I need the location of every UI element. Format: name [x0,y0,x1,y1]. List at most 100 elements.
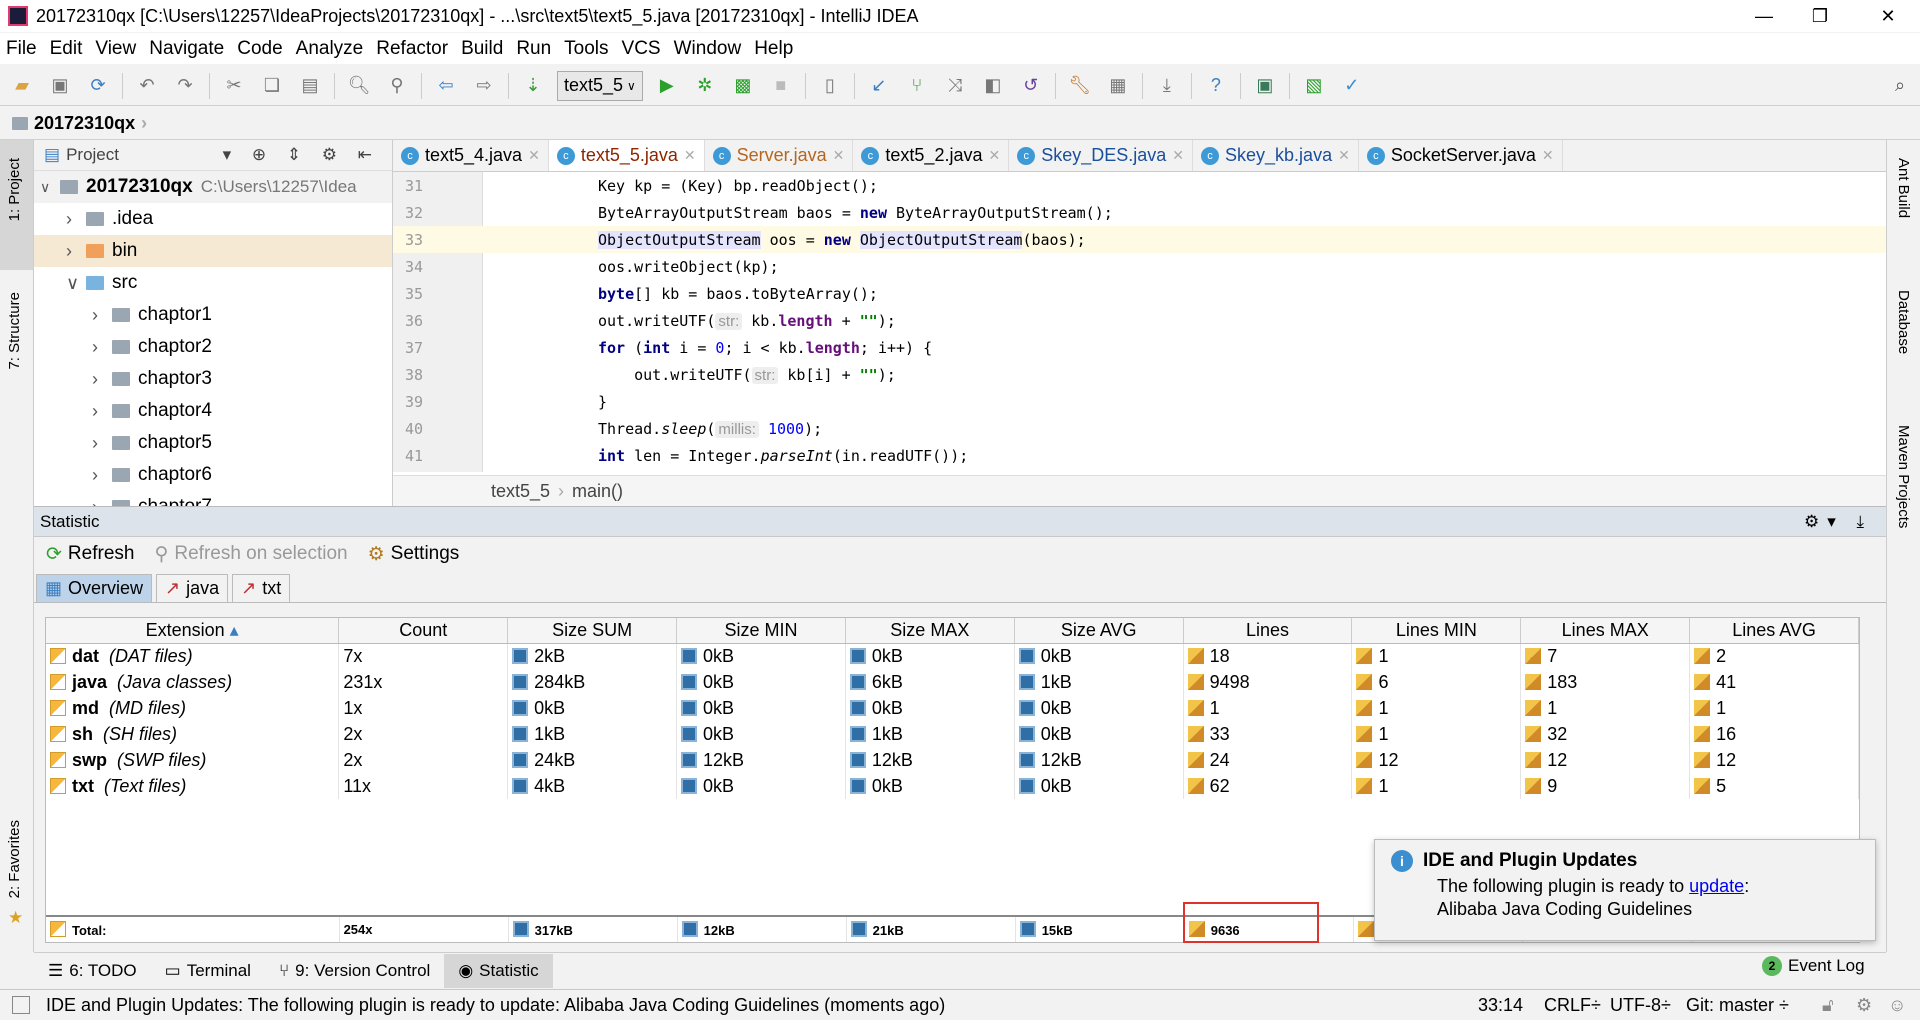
run-config-select[interactable]: text5_5 ∨ [557,70,643,101]
close-tab-icon[interactable]: ✕ [833,147,845,164]
vcs-commit-icon[interactable]: ⑂ [903,72,931,100]
restore-button[interactable]: ❐ [1792,0,1848,32]
menu-window[interactable]: Window [674,38,742,60]
copy-icon[interactable]: ❏ [258,72,286,100]
open-icon[interactable]: ▰ [8,72,36,100]
crumb-class[interactable]: text5_5 [491,481,550,502]
tab-skey_des-java[interactable]: c Skey_DES.java ✕ [1009,140,1194,171]
code-line[interactable]: 39} [393,388,1886,415]
refresh-on-selection-button[interactable]: ⚲ Refresh on selection [148,541,353,568]
table-row[interactable]: md (MD files) 1x 0kB 0kB 0kB 0kB 1 1 1 1 [46,695,1859,721]
notification-popup[interactable]: i IDE and Plugin Updates The following pl… [1374,839,1876,941]
settings-wrench-icon[interactable]: 🔧︎ [1066,72,1094,100]
code-line[interactable]: 34 oos.writeObject(kp); [393,253,1886,280]
menu-code[interactable]: Code [237,38,282,60]
bottom-tab-todo[interactable]: ☰ 6: TODO [34,954,151,988]
tree-item[interactable]: › .idea [34,203,392,235]
inspection-icon[interactable]: ⚙ [1856,995,1872,1016]
sync-icon[interactable]: ⟳ [84,72,112,100]
tab-text5_2-java[interactable]: c text5_2.java ✕ [853,140,1010,171]
collapsed-arrow-icon[interactable]: › [92,433,112,454]
bottom-tab-versioncontrol[interactable]: ⑂ 9: Version Control [265,954,444,988]
column-header-size-avg[interactable]: Size AVG [1014,618,1184,644]
hector-icon[interactable]: ☺ [1888,995,1906,1016]
close-tab-icon[interactable]: ✕ [988,147,1000,164]
collapsed-arrow-icon[interactable]: › [92,337,112,358]
line-separator[interactable]: CRLF÷ [1544,995,1601,1016]
code-area[interactable]: 31 Key kp = (Key) bp.readObject(); 32 ByteA… [393,172,1886,469]
vcs-update-icon[interactable]: ↙ [865,72,893,100]
monitor-icon[interactable]: ▧ [1300,72,1328,100]
code-line[interactable]: 32 ByteArrayOutputStream baos = new ByteA… [393,199,1886,226]
event-log-button[interactable]: 2 Event Log [1762,956,1865,976]
column-header-count[interactable]: Count [338,618,509,644]
tree-root[interactable]: ∨ 20172310qx C:\Users\12257\Idea [34,171,392,203]
expanded-arrow-icon[interactable]: ∨ [66,273,86,294]
menu-vcs[interactable]: VCS [622,38,661,60]
close-tab-icon[interactable]: ✕ [528,147,540,164]
search-everywhere-icon[interactable]: ⌕ [1886,72,1914,100]
stat-tab-java[interactable]: ↗ java [156,574,229,602]
help-icon[interactable]: ? [1202,72,1230,100]
menu-navigate[interactable]: Navigate [149,38,224,60]
table-row[interactable]: java (Java classes) 231x 284kB 0kB 6kB 1kB 9498… [46,669,1859,695]
bottom-tab-statistic[interactable]: ◉ Statistic [444,953,553,988]
tree-item[interactable]: › chaptor4 [34,395,392,427]
tool-tab-ant-build[interactable]: Ant Build [1895,158,1912,218]
tool-tab-maven[interactable]: Maven Projects [1895,425,1912,528]
save-icon[interactable]: ▣ [46,72,74,100]
code-line[interactable]: 36 out.writeUTF(str: kb.length + ""); [393,307,1886,334]
close-tab-icon[interactable]: ✕ [1338,147,1350,164]
build-icon[interactable]: ⇣ [519,72,547,100]
collapsed-arrow-icon[interactable]: › [66,241,86,262]
tree-item[interactable]: › chaptor5 [34,427,392,459]
vcs-history-icon[interactable]: ◧ [979,72,1007,100]
toggle-tool-windows-icon[interactable] [12,996,30,1014]
paste-icon[interactable]: ▤ [296,72,324,100]
coverage-icon[interactable]: ▩ [729,72,757,100]
column-header-lines-avg[interactable]: Lines AVG [1689,618,1859,644]
menu-help[interactable]: Help [754,38,793,60]
tab-server-java[interactable]: c Server.java ✕ [705,140,854,171]
table-row[interactable]: swp (SWP files) 2x 24kB 12kB 12kB 12kB 24 12 12 12 [46,747,1859,773]
git-branch[interactable]: Git: master ÷ [1686,995,1789,1016]
undo-icon[interactable]: ↶ [133,72,161,100]
column-header-size-max[interactable]: Size MAX [845,618,1015,644]
column-header-extension[interactable]: Extension ▴ [46,618,340,644]
panel-actions[interactable]: ▾ ⊕ ⇕ ⚙ ⇤ [223,145,380,165]
run-icon[interactable]: ▶ [653,72,681,100]
tree-item[interactable]: › chaptor2 [34,331,392,363]
tool-tab-favorites[interactable]: 2: Favorites [6,820,23,898]
stat-tab-overview[interactable]: ▦ Overview [36,574,153,602]
code-line[interactable]: 40 Thread.sleep(millis: 1000); [393,415,1886,442]
update-link[interactable]: update [1689,876,1744,896]
stop-icon[interactable]: ■ [767,72,795,100]
debug-icon[interactable]: ✲ [691,72,719,100]
cut-icon[interactable]: ✂ [220,72,248,100]
tree-item[interactable]: › chaptor1 [34,299,392,331]
lock-icon[interactable]: 🔓︎ [1822,995,1834,1016]
revert-icon[interactable]: ↺ [1017,72,1045,100]
menu-file[interactable]: File [6,38,37,60]
menu-edit[interactable]: Edit [50,38,83,60]
panel-settings-icon[interactable]: ⚙▾ ⤓ [1804,512,1872,532]
tab-socketserver-java[interactable]: c SocketServer.java ✕ [1359,140,1563,171]
collapsed-arrow-icon[interactable]: › [92,401,112,422]
tree-item[interactable]: › chaptor6 [34,459,392,491]
redo-icon[interactable]: ↷ [171,72,199,100]
sdk-icon[interactable]: ▣ [1251,72,1279,100]
crumb-method[interactable]: main() [572,481,623,502]
back-icon[interactable]: ⇦ [432,72,460,100]
code-line[interactable]: 33 ObjectOutputStream oos = new ObjectOut… [393,226,1886,253]
tree-item[interactable]: › bin [34,235,392,267]
vcs-compare-icon[interactable]: ⤨ [941,72,969,100]
tab-text5_4-java[interactable]: c text5_4.java ✕ [393,140,549,171]
code-line[interactable]: 37 for (int i = 0; i < kb.length; i++) { [393,334,1886,361]
attach-icon[interactable]: ▯ [816,72,844,100]
settings-button[interactable]: ⚙ Settings [362,541,466,568]
menu-run[interactable]: Run [516,38,551,60]
caret-position[interactable]: 33:14 [1478,995,1523,1016]
project-structure-icon[interactable]: ▦ [1104,72,1132,100]
menu-view[interactable]: View [95,38,136,60]
stat-tab-txt[interactable]: ↗ txt [232,574,291,602]
